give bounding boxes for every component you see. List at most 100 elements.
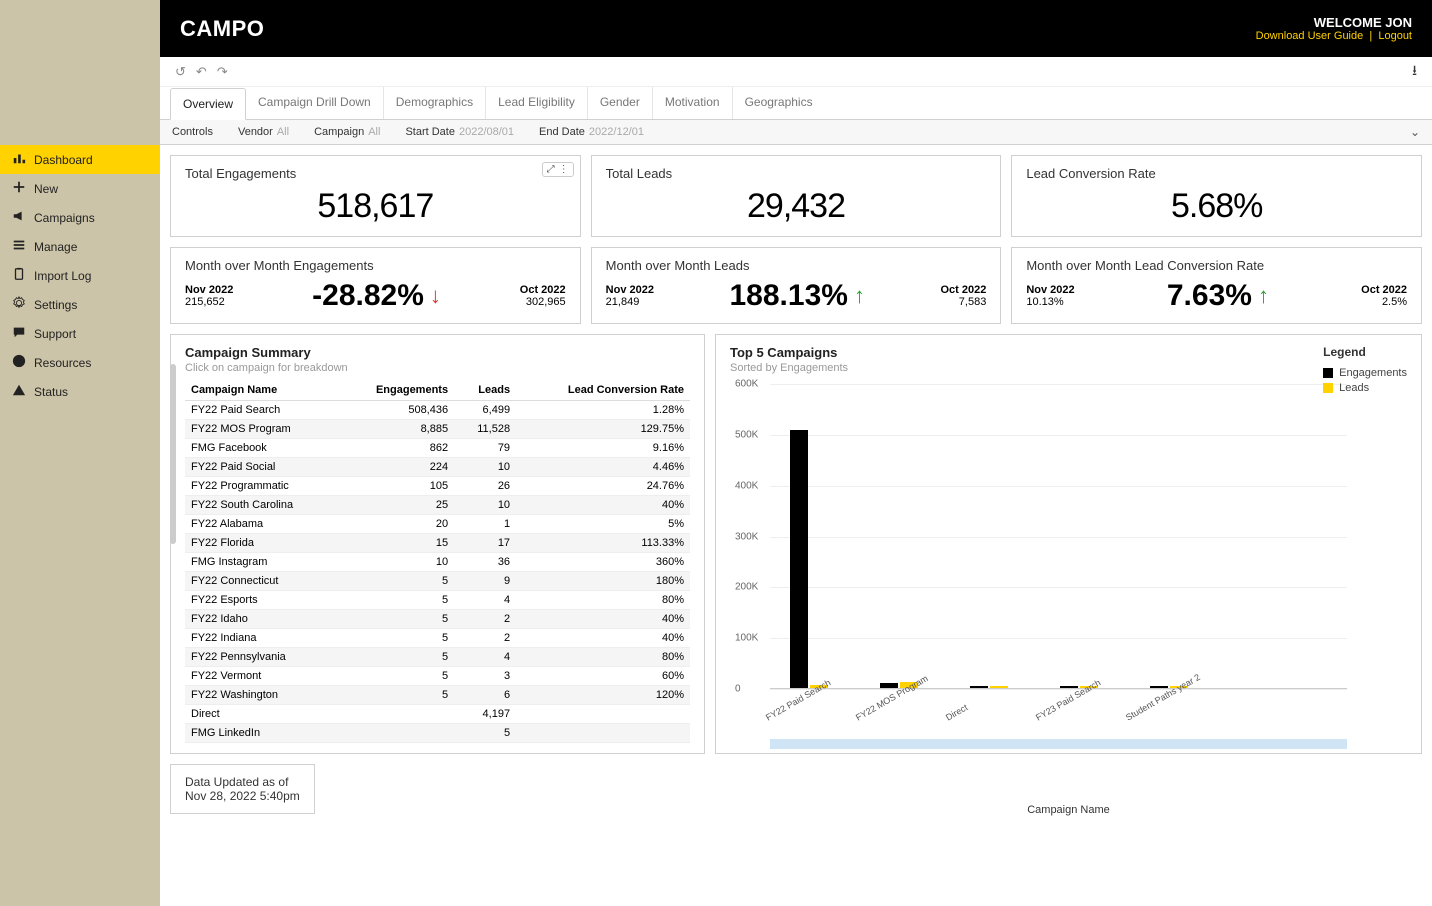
tab-lead-eligibility[interactable]: Lead Eligibility: [486, 87, 588, 119]
table-row[interactable]: FY22 Connecticut59180%: [185, 572, 690, 591]
sidebar-item-import-log[interactable]: Import Log: [0, 261, 160, 290]
start-date-filter[interactable]: Start Date2022/08/01: [405, 126, 514, 138]
sidebar-item-resources[interactable]: Resources: [0, 348, 160, 377]
xlabel: Student Paths year 2: [1124, 672, 1202, 723]
ytick: 400K: [735, 480, 758, 491]
undo-icon[interactable]: ↺: [175, 64, 186, 80]
col-header[interactable]: Lead Conversion Rate: [516, 380, 690, 401]
campaign-filter[interactable]: CampaignAll: [314, 126, 380, 138]
mom-engagements: Month over Month EngagementsNov 2022215,…: [170, 247, 581, 324]
campaign-summary-panel: Campaign Summary Click on campaign for b…: [170, 334, 705, 754]
summary-table: Campaign NameEngagementsLeadsLead Conver…: [185, 380, 690, 743]
plus-icon: [12, 180, 26, 197]
table-row[interactable]: FMG YouTube3: [185, 743, 690, 744]
sidebar-item-new[interactable]: New: [0, 174, 160, 203]
bar: [1060, 686, 1078, 688]
tab-gender[interactable]: Gender: [588, 87, 653, 119]
welcome-text: WELCOME JON: [1256, 15, 1412, 30]
xlabel: FY23 Paid Search: [1034, 677, 1102, 722]
controls-bar: Controls VendorAll CampaignAll Start Dat…: [160, 120, 1432, 145]
xlabel: Direct: [944, 702, 969, 722]
end-date-filter[interactable]: End Date2022/12/01: [539, 126, 644, 138]
data-updated-note: Data Updated as of Nov 28, 2022 5:40pm: [170, 764, 315, 814]
table-row[interactable]: FY22 Paid Search508,4366,4991.28%: [185, 401, 690, 420]
table-row[interactable]: FY22 Pennsylvania5480%: [185, 648, 690, 667]
xlabel: FY22 MOS Program: [854, 673, 930, 722]
mom-pct: 188.13% ↑: [730, 279, 865, 313]
xaxis-title: Campaign Name: [730, 804, 1407, 816]
sidebar-item-settings[interactable]: Settings: [0, 290, 160, 319]
info-icon: [12, 354, 26, 371]
bar-group[interactable]: [970, 686, 1008, 688]
table-row[interactable]: FY22 Indiana5240%: [185, 629, 690, 648]
bar: [790, 430, 808, 688]
bar-group[interactable]: [790, 430, 828, 688]
chart-icon: [12, 151, 26, 168]
table-row[interactable]: FY22 MOS Program8,88511,528129.75%: [185, 420, 690, 439]
ytick: 200K: [735, 582, 758, 593]
bar-chart: 0100K200K300K400K500K600KFY22 Paid Searc…: [770, 384, 1347, 689]
back-icon[interactable]: ↶: [196, 64, 207, 80]
arrow-down-icon: ↓: [430, 283, 441, 309]
kpi-conversion-value: 5.68%: [1026, 187, 1407, 226]
table-row[interactable]: FMG LinkedIn5: [185, 724, 690, 743]
table-row[interactable]: FY22 Programmatic1052624.76%: [185, 477, 690, 496]
sidebar-item-status[interactable]: Status: [0, 377, 160, 406]
download-icon[interactable]: ⭳: [1412, 60, 1417, 84]
col-header[interactable]: Leads: [454, 380, 516, 401]
table-row[interactable]: FY22 Vermont5360%: [185, 667, 690, 686]
kpi-conversion-rate: Lead Conversion Rate 5.68%: [1011, 155, 1422, 237]
chart-title: Top 5 Campaigns: [730, 345, 1407, 360]
tab-campaign-drill-down[interactable]: Campaign Drill Down: [246, 87, 384, 119]
chevron-down-icon[interactable]: ⌄: [1410, 125, 1420, 139]
ytick: 600K: [735, 379, 758, 390]
sidebar-item-campaigns[interactable]: Campaigns: [0, 203, 160, 232]
table-row[interactable]: FMG Instagram1036360%: [185, 553, 690, 572]
top-campaigns-chart-panel: Top 5 Campaigns Sorted by Engagements 01…: [715, 334, 1422, 754]
logout-link[interactable]: Logout: [1378, 30, 1412, 42]
toolbar: ↺ ↶ ↷ ⭳: [160, 57, 1432, 87]
logo-placeholder: [0, 0, 160, 115]
col-header[interactable]: Engagements: [340, 380, 454, 401]
table-row[interactable]: FMG Facebook862799.16%: [185, 439, 690, 458]
chart-legend: Legend Engagements Leads: [1323, 345, 1407, 397]
sidebar-item-manage[interactable]: Manage: [0, 232, 160, 261]
warning-icon: [12, 383, 26, 400]
sidebar-item-support[interactable]: Support: [0, 319, 160, 348]
table-row[interactable]: FY22 Washington56120%: [185, 686, 690, 705]
table-row[interactable]: FY22 Florida1517113.33%: [185, 534, 690, 553]
table-row[interactable]: FY22 Paid Social224104.46%: [185, 458, 690, 477]
chat-icon: [12, 325, 26, 342]
col-header[interactable]: Campaign Name: [185, 380, 340, 401]
download-guide-link[interactable]: Download User Guide: [1256, 30, 1364, 42]
sidebar-item-dashboard[interactable]: Dashboard: [0, 145, 160, 174]
card-expand-icon[interactable]: ⤢⋮: [542, 162, 574, 177]
nav: DashboardNewCampaignsManageImport LogSet…: [0, 115, 160, 406]
table-row[interactable]: FY22 South Carolina251040%: [185, 496, 690, 515]
table-row[interactable]: FY22 Idaho5240%: [185, 610, 690, 629]
controls-label: Controls: [172, 126, 213, 138]
brand-logo: CAMPO: [180, 16, 264, 42]
ytick: 100K: [735, 633, 758, 644]
gear-icon: [12, 296, 26, 313]
arrow-up-icon: ↑: [1258, 283, 1269, 309]
mom-leads: Month over Month LeadsNov 202221,849188.…: [591, 247, 1002, 324]
sidebar: DashboardNewCampaignsManageImport LogSet…: [0, 0, 160, 906]
tab-demographics[interactable]: Demographics: [384, 87, 486, 119]
tab-overview[interactable]: Overview: [170, 88, 246, 120]
tab-geographics[interactable]: Geographics: [733, 87, 825, 119]
forward-icon[interactable]: ↷: [217, 64, 228, 80]
kpi-total-leads: Total Leads 29,432: [591, 155, 1002, 237]
table-row[interactable]: FY22 Alabama2015%: [185, 515, 690, 534]
tab-motivation[interactable]: Motivation: [653, 87, 733, 119]
bar: [990, 686, 1008, 688]
arrow-up-icon: ↑: [854, 283, 865, 309]
megaphone-icon: [12, 209, 26, 226]
table-row[interactable]: Direct4,197: [185, 705, 690, 724]
bar: [970, 686, 988, 688]
kpi-total-engagements: ⤢⋮ Total Engagements 518,617: [170, 155, 581, 237]
scrollbar[interactable]: [170, 364, 176, 544]
clipboard-icon: [12, 267, 26, 284]
vendor-filter[interactable]: VendorAll: [238, 126, 289, 138]
table-row[interactable]: FY22 Esports5480%: [185, 591, 690, 610]
